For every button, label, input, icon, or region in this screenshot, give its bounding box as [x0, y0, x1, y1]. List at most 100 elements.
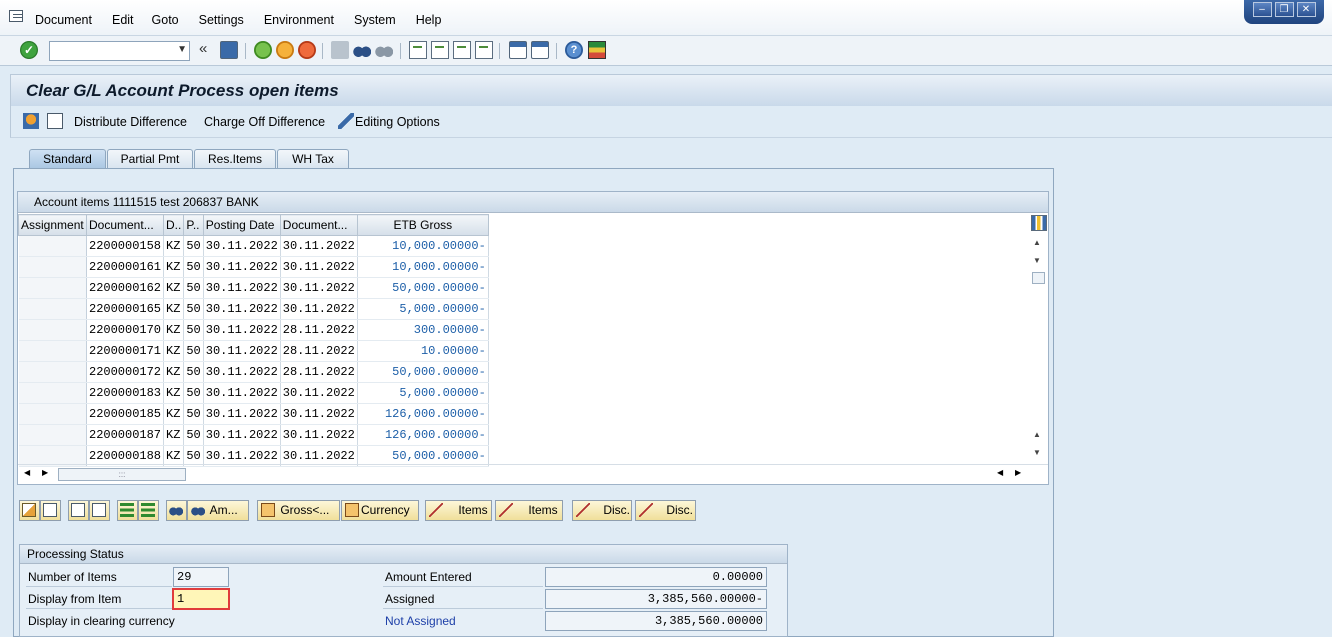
table-cell[interactable]: 30.11.2022 — [280, 382, 358, 404]
table-cell[interactable] — [18, 319, 87, 341]
table-cell[interactable]: 30.11.2022 — [280, 424, 358, 446]
scroll-right-icon[interactable]: ▶ — [42, 468, 48, 477]
table-cell[interactable] — [18, 277, 87, 299]
new-session-icon[interactable] — [509, 41, 527, 59]
table-cell[interactable]: 50 — [183, 403, 204, 425]
table-cell[interactable]: 30.11.2022 — [203, 403, 281, 425]
table-cell[interactable]: KZ — [163, 319, 185, 341]
scroll-left-icon[interactable]: ◀ — [24, 468, 30, 477]
deselect-all-button[interactable] — [40, 500, 61, 521]
column-header[interactable]: P.. — [183, 214, 204, 236]
table-row[interactable]: 2200000170 KZ 50 30.11.2022 28.11.2022 300.00… — [18, 319, 489, 341]
filter-button[interactable] — [138, 500, 159, 521]
table-row[interactable]: 2200000171 KZ 50 30.11.2022 28.11.2022 10.000… — [18, 340, 489, 362]
menu-system[interactable]: System — [354, 13, 396, 27]
close-icon[interactable]: ✕ — [1296, 2, 1316, 17]
distribute-difference-button[interactable]: Distribute Difference — [74, 115, 187, 129]
restore-icon[interactable]: ❐ — [1274, 2, 1294, 17]
charge-off-difference-button[interactable]: Charge Off Difference — [204, 115, 325, 129]
column-layout-icon[interactable] — [1031, 215, 1047, 231]
table-cell[interactable]: 30.11.2022 — [280, 403, 358, 425]
table-cell[interactable]: 10.00000- — [357, 340, 489, 362]
back-icon[interactable] — [254, 41, 272, 59]
table-row[interactable]: 2200000187 KZ 50 30.11.2022 30.11.2022 126,00… — [18, 424, 489, 446]
table-cell[interactable] — [18, 403, 87, 425]
person-icon[interactable] — [23, 113, 39, 129]
collapse-icon[interactable]: « — [199, 41, 217, 59]
menu-help[interactable]: Help — [416, 13, 442, 27]
table-cell[interactable]: 5,000.00000- — [357, 382, 489, 404]
table-cell[interactable]: 50 — [183, 256, 204, 278]
scroll-thumb[interactable]: ::: — [58, 468, 186, 481]
table-cell[interactable]: 2200000185 — [86, 403, 165, 425]
details-button[interactable] — [68, 500, 89, 521]
scroll-down-icon[interactable]: ▼ — [1033, 256, 1041, 265]
horizontal-scrollbar[interactable]: ◀ ▶ ::: ◀ ▶ — [18, 464, 1048, 484]
table-cell[interactable]: 50 — [183, 340, 204, 362]
table-cell[interactable]: KZ — [163, 361, 185, 383]
table-row[interactable]: 2200000172 KZ 50 30.11.2022 28.11.2022 50,000… — [18, 361, 489, 383]
deactivate-items-button[interactable]: Items — [495, 500, 563, 521]
table-cell[interactable]: 30.11.2022 — [203, 256, 281, 278]
table-cell[interactable]: 50,000.00000- — [357, 277, 489, 299]
table-cell[interactable]: 30.11.2022 — [203, 340, 281, 362]
save-icon[interactable] — [220, 41, 238, 59]
table-cell[interactable]: 30.11.2022 — [280, 256, 358, 278]
table-cell[interactable]: 30.11.2022 — [203, 235, 281, 257]
menu-edit[interactable]: Edit — [112, 13, 134, 27]
editing-options-button[interactable]: Editing Options — [355, 115, 440, 129]
table-cell[interactable]: 2200000171 — [86, 340, 165, 362]
table-cell[interactable]: 2200000183 — [86, 382, 165, 404]
table-cell[interactable]: KZ — [163, 256, 185, 278]
display-from-item-input[interactable]: 1 — [172, 588, 230, 610]
table-cell[interactable]: 50 — [183, 319, 204, 341]
table-cell[interactable]: 300.00000- — [357, 319, 489, 341]
table-cell[interactable]: 2200000162 — [86, 277, 165, 299]
column-header[interactable]: Posting Date — [202, 214, 281, 236]
table-cell[interactable]: 30.11.2022 — [280, 298, 358, 320]
find-icon[interactable] — [353, 41, 371, 59]
tab-res-items[interactable]: Res.Items — [194, 149, 276, 169]
table-row[interactable]: 2200000183 KZ 50 30.11.2022 30.11.2022 5,000.… — [18, 382, 489, 404]
activate-discount-button[interactable]: Disc. — [572, 500, 632, 521]
table-cell[interactable]: 10,000.00000- — [357, 235, 489, 257]
edit-document-icon[interactable] — [47, 113, 63, 129]
scroll-left-icon[interactable]: ◀ — [997, 468, 1003, 477]
column-header[interactable]: Document... — [279, 214, 358, 236]
table-row[interactable]: 2200000165 KZ 50 30.11.2022 30.11.2022 5,000.… — [18, 298, 489, 320]
table-cell[interactable]: 2200000161 — [86, 256, 165, 278]
menu-settings[interactable]: Settings — [199, 13, 244, 27]
next-page-icon[interactable] — [453, 41, 471, 59]
previous-page-icon[interactable] — [431, 41, 449, 59]
scroll-thumb[interactable] — [1032, 272, 1045, 284]
chevron-down-icon[interactable]: ▼ — [177, 44, 187, 55]
table-cell[interactable]: 10,000.00000- — [357, 256, 489, 278]
table-cell[interactable]: 30.11.2022 — [203, 277, 281, 299]
find-next-icon[interactable] — [375, 41, 393, 59]
table-cell[interactable]: KZ — [163, 298, 185, 320]
vertical-scrollbar[interactable]: ▲ ▼ ▲ ▼ — [1030, 214, 1047, 462]
menu-document[interactable]: Document — [35, 13, 92, 27]
table-row[interactable]: 2200000162 KZ 50 30.11.2022 30.11.2022 50,000… — [18, 277, 489, 299]
help-icon[interactable]: ? — [565, 41, 583, 59]
table-cell[interactable]: 2200000172 — [86, 361, 165, 383]
table-cell[interactable] — [18, 235, 87, 257]
currency-button[interactable]: Currency — [341, 500, 419, 521]
table-cell[interactable] — [18, 340, 87, 362]
table-cell[interactable]: 126,000.00000- — [357, 403, 489, 425]
tab-standard[interactable]: Standard — [29, 149, 106, 169]
menu-goto[interactable]: Goto — [152, 13, 179, 27]
gross-button[interactable]: Gross<... — [257, 500, 340, 521]
command-input[interactable] — [50, 42, 170, 60]
menu-environment[interactable]: Environment — [264, 13, 334, 27]
print-icon[interactable] — [331, 41, 349, 59]
table-cell[interactable]: 28.11.2022 — [280, 361, 358, 383]
table-cell[interactable]: 30.11.2022 — [203, 361, 281, 383]
table-cell[interactable] — [18, 256, 87, 278]
minimize-icon[interactable]: – — [1252, 2, 1272, 17]
table-cell[interactable]: KZ — [163, 424, 185, 446]
select-all-button[interactable] — [19, 500, 40, 521]
column-header[interactable]: Document... — [85, 214, 165, 236]
table-cell[interactable] — [18, 424, 87, 446]
table-cell[interactable]: 2200000170 — [86, 319, 165, 341]
